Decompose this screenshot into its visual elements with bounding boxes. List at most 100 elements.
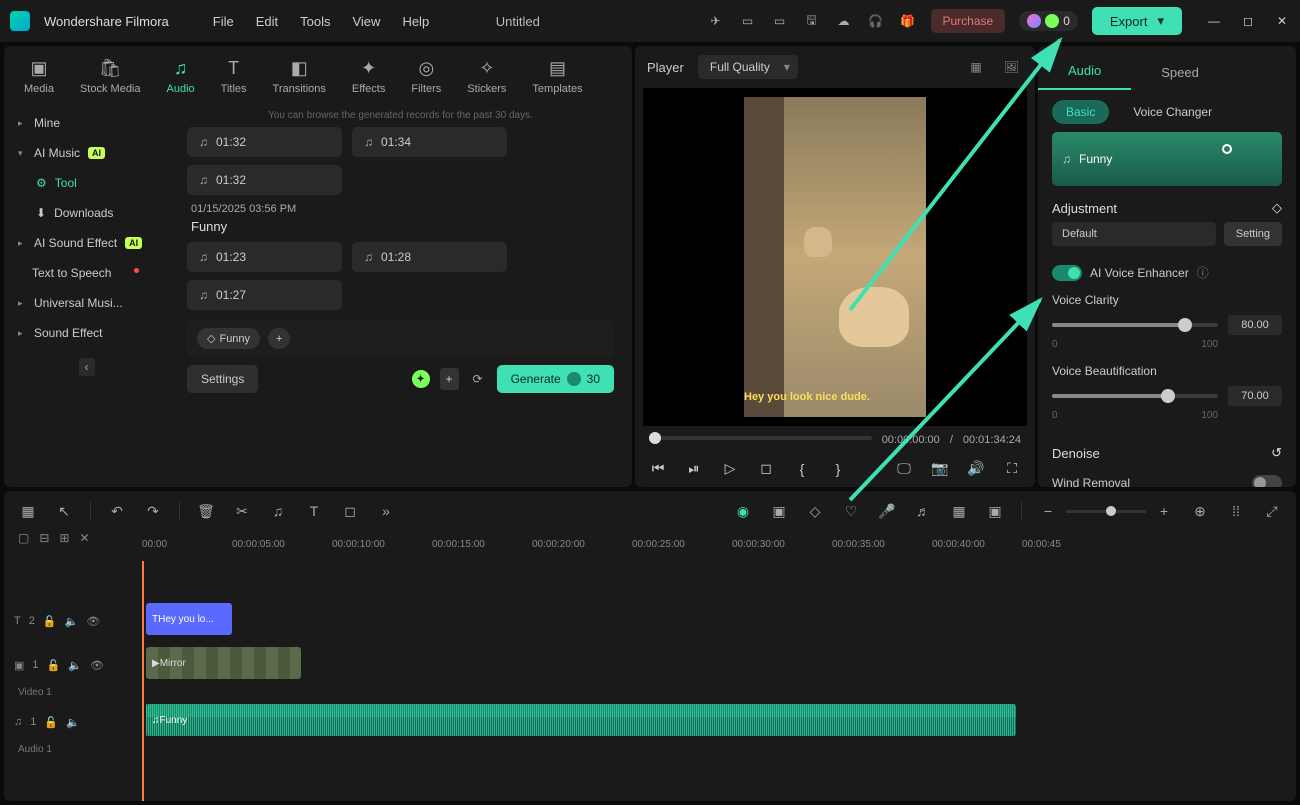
lock-icon[interactable]: 🔓 bbox=[47, 659, 61, 672]
lock-icon[interactable]: 🔓 bbox=[44, 716, 58, 729]
mute-icon[interactable]: 🔈 bbox=[68, 659, 82, 672]
collapse-sidebar-button[interactable]: ‹ bbox=[79, 358, 95, 376]
tab-stickers[interactable]: ✧Stickers bbox=[457, 54, 516, 104]
voice-beaut-slider[interactable] bbox=[1052, 394, 1218, 398]
sidebar-item-text-to-speech[interactable]: Text to Speech bbox=[4, 258, 169, 288]
voice-clarity-value[interactable]: 80.00 bbox=[1228, 315, 1282, 335]
mic-tool-icon[interactable]: 🎤 bbox=[877, 503, 897, 520]
render-tool-icon[interactable]: ▦ bbox=[949, 503, 969, 520]
refresh-button[interactable]: ⟳ bbox=[469, 368, 487, 390]
stop-button[interactable]: ◻ bbox=[757, 460, 775, 477]
audio-clip[interactable]: ♫01:23 bbox=[187, 242, 342, 272]
menu-tools[interactable]: Tools bbox=[300, 14, 330, 29]
timeline-ruler[interactable]: 00:00 00:00:05:00 00:00:10:00 00:00:15:0… bbox=[142, 531, 1296, 561]
menu-edit[interactable]: Edit bbox=[256, 14, 278, 29]
scrub-track[interactable] bbox=[649, 436, 872, 440]
eye-icon[interactable]: 👁 bbox=[86, 615, 100, 628]
snap1-icon[interactable]: ▢ bbox=[18, 531, 29, 545]
layout1-icon[interactable]: ▭ bbox=[739, 12, 757, 30]
shield-tool-icon[interactable]: ♡ bbox=[841, 503, 861, 520]
tag-funny[interactable]: ◇Funny bbox=[197, 328, 260, 349]
more-tools-icon[interactable]: » bbox=[376, 503, 396, 519]
zoom-out-button[interactable]: − bbox=[1038, 503, 1058, 519]
snapshot-button[interactable]: 📷 bbox=[931, 460, 949, 477]
eye-icon[interactable]: 👁 bbox=[90, 659, 104, 672]
ai-voice-enhancer-toggle[interactable] bbox=[1052, 265, 1082, 281]
subtab-voice-changer[interactable]: Voice Changer bbox=[1119, 100, 1226, 124]
maximize-icon[interactable]: ◻ bbox=[1240, 13, 1256, 29]
mixer-tool-icon[interactable]: ♬ bbox=[913, 503, 933, 519]
keyframe-icon[interactable]: ◇ bbox=[1272, 200, 1282, 216]
text-tool-icon[interactable]: T bbox=[304, 503, 324, 519]
group-tool-icon[interactable]: ▣ bbox=[985, 503, 1005, 520]
tool-select-icon[interactable]: ▦ bbox=[18, 503, 38, 520]
export-button[interactable]: Export ▾ bbox=[1092, 7, 1182, 35]
video-clip[interactable]: ▶ Mirror bbox=[146, 647, 301, 679]
minimize-icon[interactable]: — bbox=[1206, 13, 1222, 29]
reset-denoise-icon[interactable]: ↺ bbox=[1271, 445, 1282, 461]
prev-frame-button[interactable]: ⏮ bbox=[649, 460, 667, 477]
sidebar-item-downloads[interactable]: ⬇Downloads bbox=[4, 198, 169, 228]
waveform-marker[interactable] bbox=[1222, 144, 1232, 154]
fit-zoom-button[interactable]: ⊕ bbox=[1190, 503, 1210, 520]
mark-in-button[interactable]: { bbox=[793, 461, 811, 477]
music-tool-icon[interactable]: ♫ bbox=[268, 503, 288, 519]
preset-dropdown[interactable]: Default bbox=[1052, 222, 1216, 246]
playhead[interactable] bbox=[142, 561, 144, 801]
sidebar-item-universal-music[interactable]: ▸Universal Musi... bbox=[4, 288, 169, 318]
tab-audio[interactable]: ♫Audio bbox=[157, 54, 205, 104]
add-tag-button[interactable]: + bbox=[268, 328, 290, 349]
fullscreen-button[interactable]: ⛶ bbox=[1003, 460, 1021, 477]
zoom-slider[interactable] bbox=[1066, 510, 1146, 513]
timeline-view-icon[interactable]: ⁞⁞ bbox=[1226, 503, 1246, 519]
inspector-tab-speed[interactable]: Speed bbox=[1131, 55, 1229, 90]
info-icon[interactable]: ⓘ bbox=[1197, 264, 1209, 281]
screen-button[interactable]: 🖵 bbox=[895, 460, 913, 477]
lock-icon[interactable]: 🔓 bbox=[43, 615, 57, 628]
sidebar-item-ai-sound-effect[interactable]: ▸AI Sound EffectAI bbox=[4, 228, 169, 258]
audio-clip[interactable]: ♫01:32 bbox=[187, 165, 342, 195]
subtab-basic[interactable]: Basic bbox=[1052, 100, 1109, 124]
mute-icon[interactable]: 🔈 bbox=[65, 615, 79, 628]
tab-templates[interactable]: ▤Templates bbox=[522, 54, 592, 104]
wind-removal-toggle[interactable] bbox=[1252, 475, 1282, 487]
marker-tool-icon[interactable]: ◇ bbox=[805, 503, 825, 520]
scrub-thumb[interactable] bbox=[649, 432, 661, 444]
preset-setting-button[interactable]: Setting bbox=[1224, 222, 1282, 246]
voice-clarity-slider[interactable] bbox=[1052, 323, 1218, 327]
audio-clip[interactable]: ♫01:27 bbox=[187, 280, 342, 310]
play-pause-button[interactable]: ⏯ bbox=[685, 460, 703, 477]
ai-tool-icon[interactable]: ◉ bbox=[733, 503, 753, 520]
picture-view-icon[interactable]: 🖼 bbox=[1000, 56, 1023, 78]
add-token-button[interactable]: + bbox=[440, 368, 459, 390]
record-icon[interactable]: ▣ bbox=[769, 503, 789, 520]
headphones-icon[interactable]: 🎧 bbox=[867, 12, 885, 30]
quality-dropdown[interactable]: Full Quality bbox=[698, 55, 798, 79]
sidebar-item-mine[interactable]: ▸Mine bbox=[4, 108, 169, 138]
generate-button[interactable]: Generate30 bbox=[497, 365, 614, 393]
gift-icon[interactable]: 🎁 bbox=[899, 12, 917, 30]
audio-clip[interactable]: ♫01:28 bbox=[352, 242, 507, 272]
cloud-icon[interactable]: ☁ bbox=[835, 12, 853, 30]
snap3-icon[interactable]: ⊞ bbox=[59, 531, 69, 545]
snap2-icon[interactable]: ⊟ bbox=[39, 531, 49, 545]
menu-file[interactable]: File bbox=[213, 14, 234, 29]
tab-media[interactable]: ▣Media bbox=[14, 54, 64, 104]
tab-transitions[interactable]: ◧Transitions bbox=[263, 54, 336, 104]
audio-clip-timeline[interactable]: ♫ Funny bbox=[146, 704, 1016, 736]
audio-clip[interactable]: ♫01:34 bbox=[352, 127, 507, 157]
grid-view-icon[interactable]: ▦ bbox=[966, 56, 985, 78]
credits-pill[interactable]: 0 bbox=[1019, 11, 1078, 31]
timeline-settings-icon[interactable]: ⤢ bbox=[1262, 503, 1282, 520]
crop-tool-icon[interactable]: ◻ bbox=[340, 503, 360, 520]
tab-titles[interactable]: TTitles bbox=[211, 54, 257, 104]
layout2-icon[interactable]: ▭ bbox=[771, 12, 789, 30]
save-icon[interactable]: 🖫 bbox=[803, 12, 821, 30]
zoom-in-button[interactable]: + bbox=[1154, 503, 1174, 519]
send-icon[interactable]: ✈ bbox=[707, 12, 725, 30]
tab-effects[interactable]: ✦Effects bbox=[342, 54, 395, 104]
tool-pointer-icon[interactable]: ↖ bbox=[54, 503, 74, 520]
sidebar-item-ai-music[interactable]: ▾AI MusicAI bbox=[4, 138, 169, 168]
sidebar-item-tool[interactable]: ⚙Tool bbox=[4, 168, 169, 198]
settings-button[interactable]: Settings bbox=[187, 365, 258, 393]
